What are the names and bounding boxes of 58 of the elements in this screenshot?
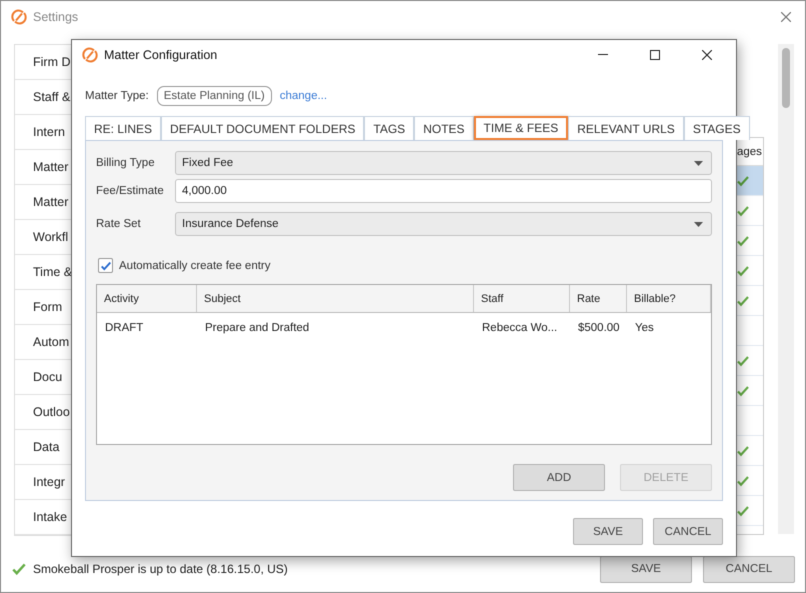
panel-button[interactable]: ADD	[513, 464, 605, 491]
minimize-icon[interactable]	[598, 54, 608, 56]
check-icon	[736, 234, 750, 248]
check-icon	[736, 264, 750, 278]
dropdown-caret-icon	[694, 160, 703, 166]
dialog-button[interactable]: SAVE	[573, 518, 643, 545]
dropdown-caret-icon	[694, 222, 703, 226]
column-header: Activity	[97, 285, 197, 312]
check-icon	[736, 294, 750, 308]
change-link[interactable]: change...	[280, 90, 328, 102]
logo-icon	[11, 9, 27, 25]
tab[interactable]: TAGS	[364, 116, 414, 140]
check-icon	[736, 384, 750, 398]
maximize-icon[interactable]	[650, 50, 660, 60]
checkbox[interactable]	[98, 258, 113, 273]
tab[interactable]: DEFAULT DOCUMENT FOLDERS	[161, 116, 364, 140]
check-icon	[736, 174, 750, 188]
dialog-button[interactable]: CANCEL	[653, 518, 723, 545]
table-cell-text: DRAFT	[104, 320, 144, 336]
footer-button[interactable]: SAVE	[600, 556, 692, 582]
window-title: Settings	[33, 10, 78, 24]
tab[interactable]: RE: LINES	[85, 116, 162, 140]
close-icon[interactable]	[702, 50, 712, 60]
dropdown[interactable]: Insurance Defense	[175, 212, 712, 236]
scrollbar[interactable]	[778, 44, 794, 534]
table-cell-text: $500.00	[577, 320, 621, 336]
tab[interactable]: TIME & FEES	[474, 116, 568, 140]
tab[interactable]: NOTES	[414, 116, 474, 140]
field-label: Fee/Estimate	[96, 185, 165, 197]
logo-icon	[82, 47, 98, 63]
scrollbar-thumb[interactable]	[782, 48, 790, 108]
check-icon	[736, 474, 750, 488]
table-cell-text: Rebecca Wo...	[481, 320, 558, 336]
check-icon	[736, 204, 750, 218]
check-icon	[100, 260, 112, 272]
matter-type-value: Estate Planning (IL)	[156, 86, 272, 106]
table-cell-text: Yes	[634, 320, 655, 336]
field-label: Billing Type	[96, 157, 156, 169]
column-header: Rate	[570, 285, 627, 312]
dialog-title: Matter Configuration	[104, 48, 218, 62]
status-text: Smokeball Prosper is up to date (8.16.15.0, US)	[33, 562, 289, 576]
check-icon	[736, 444, 750, 458]
dropdown[interactable]: Fixed Fee	[175, 151, 712, 175]
column-header: Subject	[197, 285, 474, 312]
footer-button[interactable]: CANCEL	[703, 556, 795, 582]
matter-type-label: Matter Type:	[85, 90, 149, 102]
field-label: Rate Set	[96, 218, 142, 230]
input-field[interactable]: 4,000.00	[175, 179, 712, 203]
table-row[interactable]	[734, 166, 763, 196]
check-icon	[736, 354, 750, 368]
checkbox-label: Automatically create fee entry	[119, 260, 270, 272]
check-icon	[736, 504, 750, 518]
table-cell-text: Prepare and Drafted	[204, 320, 310, 336]
column-header: Staff	[474, 285, 570, 312]
tab[interactable]: STAGES	[684, 116, 750, 140]
tab[interactable]: RELEVANT URLS	[568, 116, 684, 140]
column-header: Billable?	[627, 285, 711, 312]
check-icon	[11, 561, 27, 577]
